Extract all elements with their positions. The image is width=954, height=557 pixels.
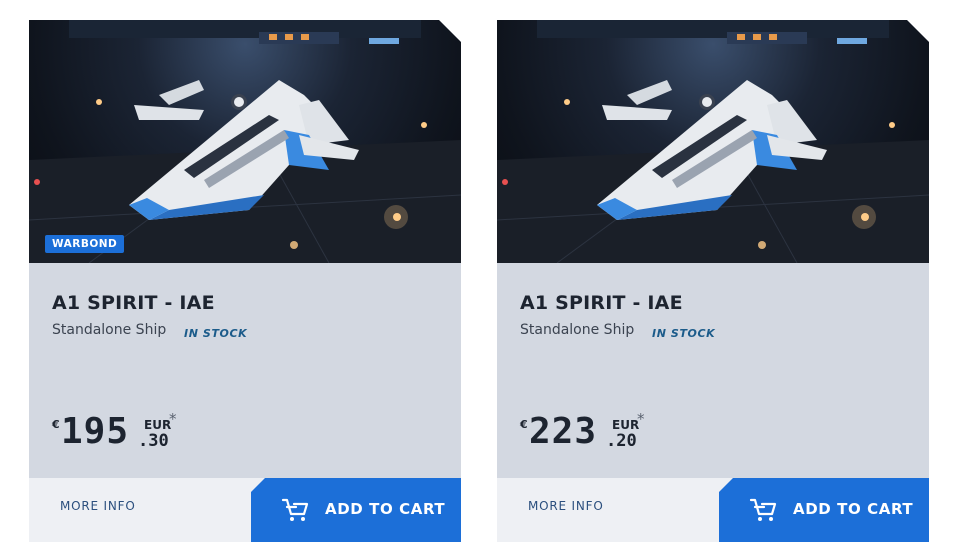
cart-icon [749,497,777,523]
price-asterisk: * [169,410,177,428]
ship-illustration [497,20,929,263]
price-amount: 195 [61,411,130,452]
more-info-link[interactable]: MORE INFO [528,499,604,513]
stock-status: IN STOCK [184,327,248,340]
product-type: Standalone Ship [520,322,635,338]
product-card[interactable]: A1 SPIRIT - IAE Standalone Ship IN STOCK… [497,20,929,542]
ship-image[interactable]: WARBOND [29,20,461,263]
currency-code: EUR [144,418,172,432]
product-title[interactable]: A1 SPIRIT - IAE [520,292,683,314]
add-to-cart-label: ADD TO CART [325,500,446,518]
add-to-cart-button[interactable]: ADD TO CART [719,478,929,542]
product-title[interactable]: A1 SPIRIT - IAE [52,292,215,314]
ship-illustration [29,20,461,263]
product-card[interactable]: WARBOND A1 SPIRIT - IAE Standalone Ship … [29,20,461,542]
currency-symbol: € [52,418,60,431]
currency-code: EUR [612,418,640,432]
price-cents: .30 [138,431,169,451]
stock-status: IN STOCK [652,327,716,340]
ship-image[interactable] [497,20,929,263]
warbond-badge: WARBOND [45,235,124,253]
add-to-cart-button[interactable]: ADD TO CART [251,478,461,542]
price-amount: 223 [529,411,598,452]
cart-icon [281,497,309,523]
product-type: Standalone Ship [52,322,167,338]
currency-symbol: € [520,418,528,431]
more-info-link[interactable]: MORE INFO [60,499,136,513]
price-cents: .20 [606,431,637,451]
price: € 195 EUR * .30 [52,412,252,462]
add-to-cart-label: ADD TO CART [793,500,914,518]
price-asterisk: * [637,410,645,428]
price: € 223 EUR * .20 [520,412,720,462]
